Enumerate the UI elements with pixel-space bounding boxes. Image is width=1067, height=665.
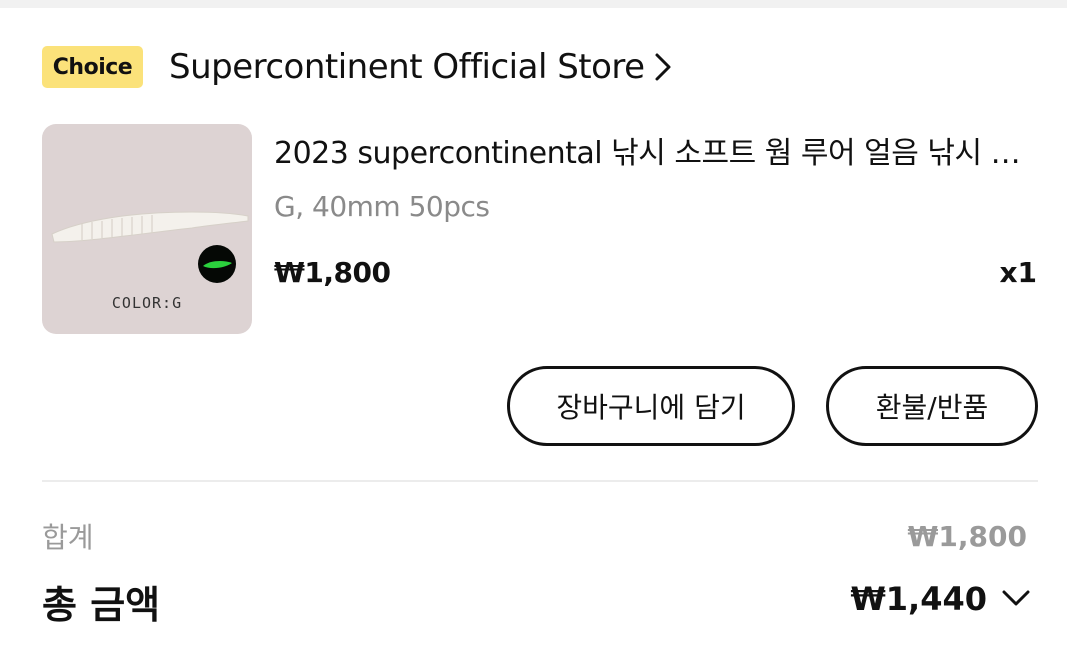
- top-separator-band: [0, 0, 1067, 8]
- subtotal-value: ₩1,800: [907, 520, 1027, 553]
- choice-badge: Choice: [42, 46, 143, 88]
- divider: [42, 480, 1038, 482]
- add-to-cart-button[interactable]: 장바구니에 담기: [507, 366, 795, 446]
- product-quantity: x1: [999, 256, 1037, 289]
- chevron-right-icon[interactable]: [653, 51, 681, 83]
- image-caption: COLOR:G: [111, 294, 183, 312]
- total-value[interactable]: ₩1,440: [850, 580, 987, 618]
- subtotal-label: 합계: [42, 521, 94, 554]
- product-price: ₩1,800: [274, 256, 391, 289]
- product-title[interactable]: 2023 supercontinental 낚시 소프트 웜 루어 얼음 낚시 …: [274, 128, 1026, 172]
- refund-return-button[interactable]: 환불/반품: [826, 366, 1038, 446]
- product-image[interactable]: COLOR:G: [42, 124, 252, 334]
- store-header[interactable]: Choice Supercontinent Official Store: [42, 44, 681, 90]
- product-option: G, 40mm 50pcs: [274, 190, 490, 223]
- total-label: 총 금액: [42, 583, 161, 627]
- store-name-link[interactable]: Supercontinent Official Store: [169, 47, 645, 87]
- chevron-down-icon[interactable]: [999, 584, 1033, 612]
